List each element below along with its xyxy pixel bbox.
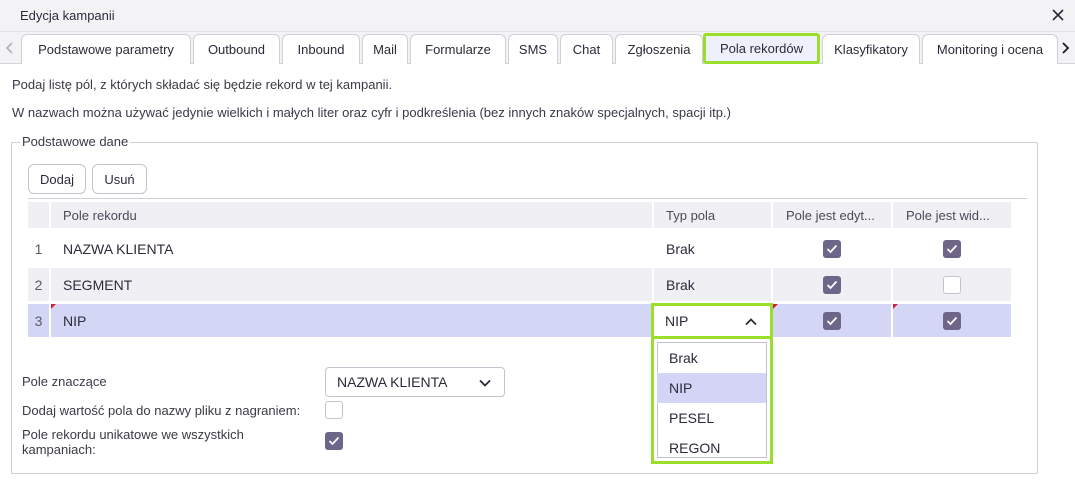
editable-cell bbox=[773, 268, 891, 301]
tab-scroll-left-icon[interactable] bbox=[2, 38, 18, 58]
visible-checkbox[interactable] bbox=[943, 311, 961, 330]
tab-pola-rekordow[interactable]: Pola rekordów bbox=[703, 33, 820, 64]
check-icon bbox=[946, 244, 958, 253]
header-typ-pola[interactable]: Typ pola bbox=[654, 202, 771, 228]
option-pesel[interactable]: PESEL bbox=[657, 403, 766, 433]
field-type-cell[interactable]: Brak bbox=[654, 268, 771, 301]
field-type-options: Brak NIP PESEL REGON bbox=[651, 336, 773, 464]
editable-checkbox[interactable] bbox=[823, 239, 841, 258]
visible-checkbox[interactable] bbox=[943, 275, 961, 294]
editable-checkbox[interactable] bbox=[823, 275, 841, 294]
tab-outbound[interactable]: Outbound bbox=[193, 34, 280, 64]
field-type-cell[interactable]: Brak bbox=[654, 232, 771, 265]
check-icon bbox=[328, 436, 340, 446]
visible-cell bbox=[893, 304, 1011, 337]
tab-zgloszenia[interactable]: Zgłoszenia bbox=[615, 34, 703, 64]
tab-chat[interactable]: Chat bbox=[560, 34, 613, 64]
header-rownum bbox=[28, 202, 49, 228]
unique-field-label-line1: Pole rekordu unikatowe we wszystkich bbox=[22, 427, 244, 442]
option-brak[interactable]: Brak bbox=[657, 343, 766, 373]
tab-podstawowe-parametry[interactable]: Podstawowe parametry bbox=[21, 34, 191, 64]
dirty-marker bbox=[51, 304, 56, 309]
info-text-2: W nazwach można używać jedynie wielkich … bbox=[12, 105, 731, 120]
visible-cell bbox=[893, 268, 1011, 301]
dirty-marker bbox=[773, 304, 778, 309]
add-to-filename-checkbox[interactable] bbox=[325, 401, 343, 419]
close-icon[interactable] bbox=[1047, 4, 1069, 26]
unique-field-checkbox[interactable] bbox=[325, 432, 343, 450]
check-icon bbox=[946, 316, 958, 325]
tab-inbound[interactable]: Inbound bbox=[282, 34, 360, 64]
row-number: 3 bbox=[28, 304, 49, 337]
row-number: 1 bbox=[34, 240, 43, 257]
field-name-cell[interactable]: SEGMENT bbox=[51, 268, 652, 301]
check-icon bbox=[826, 244, 838, 253]
field-name-cell[interactable]: NIP bbox=[51, 304, 652, 337]
tab-mail[interactable]: Mail bbox=[362, 34, 408, 64]
tab-sms[interactable]: SMS bbox=[508, 34, 558, 64]
visible-cell bbox=[893, 232, 1011, 265]
field-type-select[interactable]: NIP bbox=[651, 303, 773, 339]
chevron-down-icon bbox=[479, 379, 491, 387]
header-pole-rekordu[interactable]: Pole rekordu bbox=[51, 202, 652, 228]
tab-monitoring-i-ocena[interactable]: Monitoring i ocena bbox=[922, 34, 1058, 64]
dialog-title: Edycja kampanii bbox=[20, 8, 115, 23]
dialog-titlebar: Edycja kampanii bbox=[0, 0, 1075, 32]
header-editable[interactable]: Pole jest edyt... bbox=[773, 202, 891, 228]
editable-checkbox[interactable] bbox=[823, 311, 841, 330]
header-visible[interactable]: Pole jest wid... bbox=[893, 202, 1011, 228]
add-button[interactable]: Dodaj bbox=[28, 164, 86, 194]
toolbar-divider bbox=[28, 198, 1027, 199]
tab-klasyfikatory[interactable]: Klasyfikatory bbox=[822, 34, 920, 64]
option-nip[interactable]: NIP bbox=[657, 373, 766, 403]
check-icon bbox=[826, 280, 838, 289]
check-icon bbox=[826, 316, 838, 325]
unique-field-label-line2: kampaniach: bbox=[22, 442, 96, 457]
unique-field-label: Pole rekordu unikatowe we wszystkich kam… bbox=[22, 427, 244, 457]
significant-field-select[interactable]: NAZWA KLIENTA bbox=[325, 367, 505, 397]
tab-strip: Podstawowe parametry Outbound Inbound Ma… bbox=[0, 32, 1075, 64]
chevron-up-icon bbox=[745, 318, 757, 326]
field-type-select-value: NIP bbox=[665, 313, 689, 329]
group-legend: Podstawowe dane bbox=[20, 134, 131, 149]
significant-field-value: NAZWA KLIENTA bbox=[337, 374, 448, 390]
editable-cell bbox=[773, 304, 891, 337]
tab-formularze[interactable]: Formularze bbox=[410, 34, 506, 64]
option-regon[interactable]: REGON bbox=[657, 433, 766, 463]
row-number: 2 bbox=[28, 268, 49, 301]
field-name-cell[interactable]: NAZWA KLIENTA bbox=[51, 232, 652, 265]
remove-button[interactable]: Usuń bbox=[92, 164, 147, 194]
editable-cell bbox=[773, 232, 891, 265]
tab-scroll-right-icon[interactable] bbox=[1057, 38, 1073, 58]
visible-checkbox[interactable] bbox=[943, 239, 961, 258]
add-to-filename-label: Dodaj wartość pola do nazwy pliku z nagr… bbox=[22, 403, 301, 418]
dirty-marker bbox=[893, 304, 898, 309]
significant-field-label: Pole znaczące bbox=[22, 374, 107, 389]
info-text-1: Podaj listę pól, z których składać się b… bbox=[12, 77, 393, 92]
